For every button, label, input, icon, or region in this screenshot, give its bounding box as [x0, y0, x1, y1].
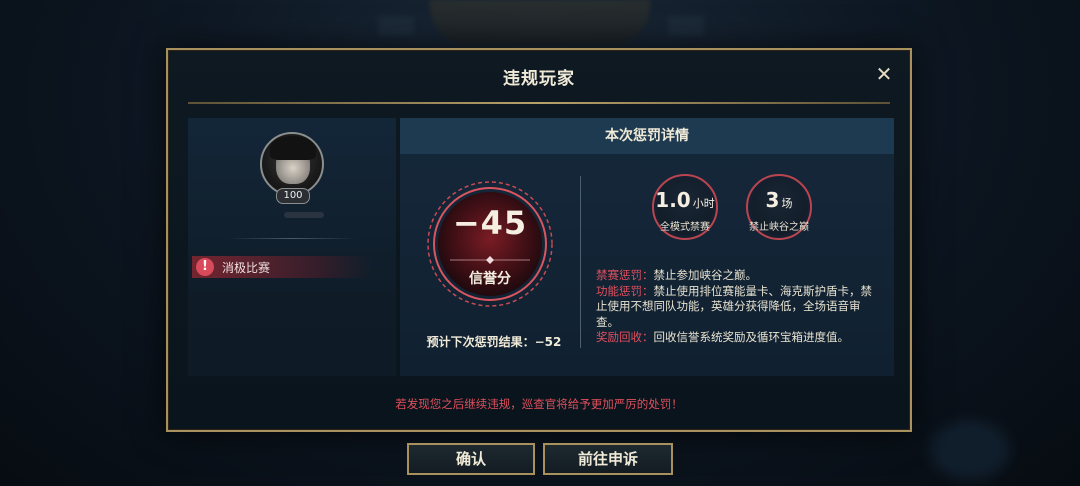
close-icon[interactable]: ✕ [874, 64, 894, 84]
avatar [260, 132, 324, 196]
ban-duration-label: 全模式禁赛 [660, 222, 710, 233]
detail-function: 功能惩罚：禁止使用排位赛能量卡、海克斯护盾卡，禁止使用不想同队功能，英雄分获得降… [596, 284, 882, 331]
warning-icon: ! [196, 258, 214, 276]
background-blur [930, 420, 1010, 480]
background-banner [430, 0, 650, 46]
player-panel: 100 ! 消极比赛 [188, 118, 396, 376]
ban-duration-value: 1.0 [655, 188, 691, 212]
peak-ban-label: 禁止峡谷之巅 [749, 222, 809, 233]
detail-value: 禁止参加峡谷之巅。 [653, 268, 758, 282]
credit-score-ring [427, 181, 553, 307]
detail-value: 回收信誉系统奖励及循环宝箱进度值。 [653, 330, 850, 344]
avatar-hair [270, 136, 316, 160]
penalty-details: 禁赛惩罚：禁止参加峡谷之巅。 功能惩罚：禁止使用排位赛能量卡、海克斯护盾卡，禁止… [596, 268, 882, 346]
violation-label: 消极比赛 [222, 261, 271, 275]
detail-ban: 禁赛惩罚：禁止参加峡谷之巅。 [596, 268, 882, 284]
credit-score-gauge: −45 信誉分 [424, 178, 556, 310]
ban-duration-unit: 小时 [692, 197, 715, 210]
background-blur [378, 16, 414, 36]
title-divider [188, 102, 890, 104]
modal-title: 违规玩家 [503, 69, 575, 89]
penalty-header: 本次惩罚详情 [400, 118, 894, 154]
confirm-button[interactable]: 确认 [407, 443, 535, 475]
peak-ban-value: 3 [765, 188, 780, 212]
player-name-redacted [284, 212, 324, 218]
detail-key: 功能惩罚： [596, 283, 654, 298]
panel-divider [580, 176, 581, 348]
credit-score-value: −45 [452, 204, 528, 242]
warning-message: 若发现您之后继续违规，巡查官将给予更加严厉的处罚！ [395, 397, 683, 411]
violation-tag: ! 消极比赛 [192, 256, 372, 278]
appeal-button[interactable]: 前往申诉 [543, 443, 673, 475]
level-badge: 100 [276, 188, 310, 204]
background-blur [668, 16, 704, 36]
peak-ban-badge: 3场 禁止峡谷之巅 [746, 174, 812, 240]
ban-duration-badge: 1.0 小时 全模式禁赛 [652, 174, 718, 240]
detail-reward: 奖励回收：回收信誉系统奖励及循环宝箱进度值。 [596, 330, 882, 346]
credit-score-label: 信誉分 [469, 271, 511, 287]
violation-modal: 违规玩家 ✕ 100 ! 消极比赛 本次惩罚详情 −45 信誉分 预计下次惩罚结… [166, 48, 912, 432]
panel-divider [228, 238, 356, 239]
next-penalty-estimate: 预计下次惩罚结果：−52 [426, 335, 562, 349]
penalty-panel: 本次惩罚详情 −45 信誉分 预计下次惩罚结果：−52 1.0 小时 全模式禁赛… [400, 118, 894, 376]
detail-key: 禁赛惩罚： [596, 268, 654, 282]
detail-key: 奖励回收： [596, 330, 654, 344]
peak-ban-unit: 场 [781, 197, 793, 210]
